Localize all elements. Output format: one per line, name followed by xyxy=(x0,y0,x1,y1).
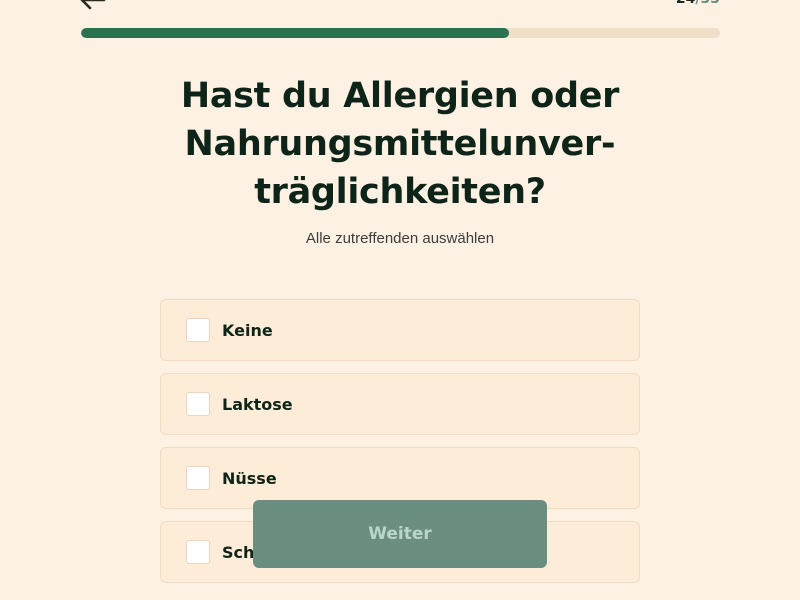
progress-fill xyxy=(81,28,510,38)
question-subtitle: Alle zutreffenden auswählen xyxy=(305,230,495,247)
option-label: Keine xyxy=(222,320,273,340)
checkbox[interactable] xyxy=(186,318,210,342)
option-label: Nüsse xyxy=(222,468,277,488)
onboarding-page: 24/33 Hast du Allergien oder Nahrungsmit… xyxy=(0,0,800,600)
next-button[interactable]: Weiter xyxy=(253,500,547,568)
back-button[interactable] xyxy=(78,0,106,12)
option-laktose[interactable]: Laktose xyxy=(160,373,640,435)
question-title: Hast du Allergien oder Nahrungsmittelunv… xyxy=(180,76,620,212)
checkbox[interactable] xyxy=(186,540,210,564)
step-counter: 24/33 xyxy=(676,0,720,7)
checkbox[interactable] xyxy=(186,392,210,416)
progress-bar xyxy=(81,28,720,38)
step-current: 24 xyxy=(676,0,695,7)
checkbox[interactable] xyxy=(186,466,210,490)
option-label: Laktose xyxy=(222,394,293,414)
step-total: 33 xyxy=(701,0,720,7)
arrow-left-icon xyxy=(80,0,106,10)
option-keine[interactable]: Keine xyxy=(160,299,640,361)
